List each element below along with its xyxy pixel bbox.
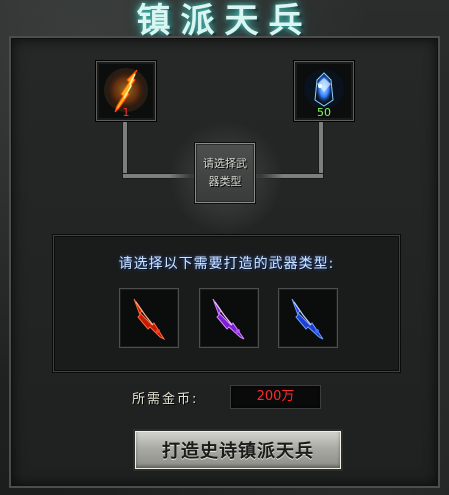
gold-cost-label: 所需金币: (132, 392, 199, 407)
forge-button-label: 打造史诗镇派天兵 (162, 441, 314, 462)
material-slot-blue-crystal[interactable]: 50 (294, 61, 354, 121)
gold-cost-value: 200万 (230, 385, 321, 409)
blue-crystal-count: 50 (317, 106, 331, 119)
blue-sword-icon (291, 298, 324, 340)
connector-left-vertical (123, 120, 127, 176)
weapon-option-purple-sword[interactable] (199, 288, 259, 348)
weapon-option-red-sword[interactable] (119, 288, 179, 348)
forge-epic-weapon-button[interactable]: 打造史诗镇派天兵 (135, 431, 341, 469)
weapon-type-selector[interactable]: 请选择武器类型 (195, 143, 255, 203)
weapon-select-prompt: 请选择以下需要打造的武器类型: (118, 256, 335, 272)
purple-sword-icon (212, 298, 245, 340)
connector-right-vertical (319, 120, 323, 176)
red-sword-icon (133, 298, 166, 341)
material-slot-fire-staff[interactable]: 1 (96, 61, 156, 121)
weapon-type-selector-label: 请选择武器类型 (203, 157, 247, 188)
fire-staff-count: 1 (122, 106, 130, 119)
weapon-option-blue-sword[interactable] (278, 288, 338, 348)
